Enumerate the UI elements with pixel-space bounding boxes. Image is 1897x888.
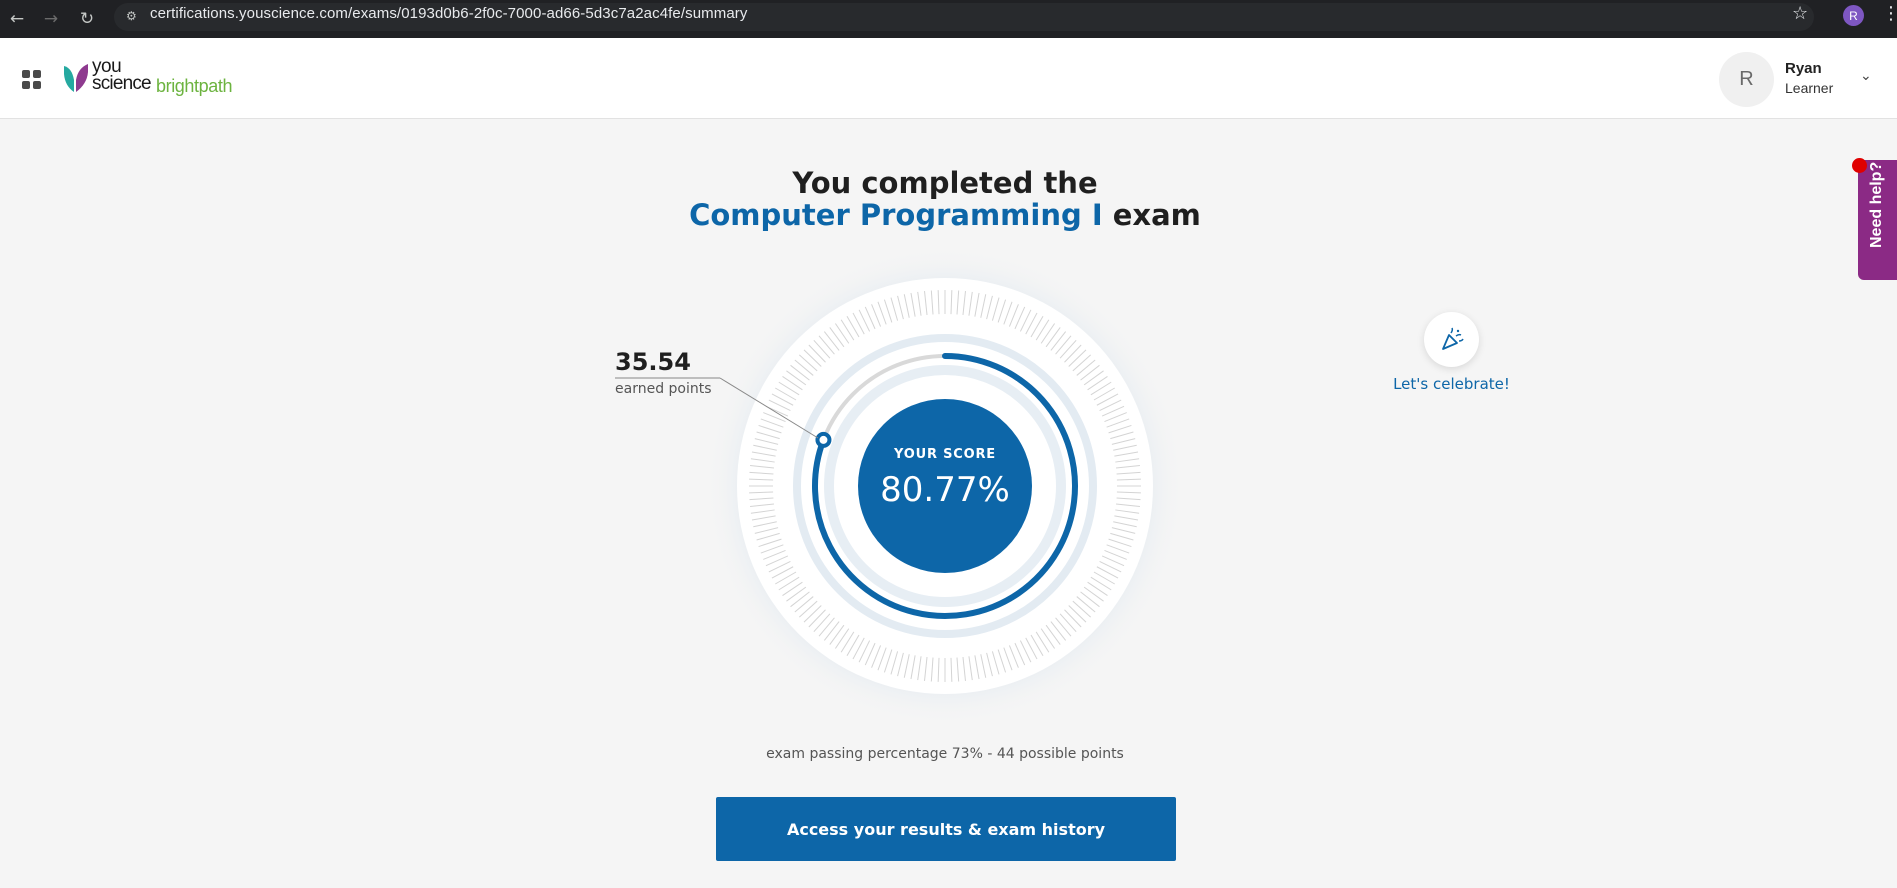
forward-arrow-icon[interactable]: → (36, 4, 66, 34)
reload-icon[interactable]: ↻ (72, 4, 102, 34)
site-settings-icon[interactable]: ⚙ (126, 9, 142, 25)
apps-grid-icon[interactable] (22, 70, 41, 89)
app-header: you science brightpath R Ryan Learner ⌄ (0, 38, 1897, 119)
earned-points-label: earned points (615, 381, 712, 397)
browser-menu-icon[interactable]: ⋮ (1882, 3, 1897, 24)
passing-percentage-note: exam passing percentage 73% - 44 possibl… (766, 746, 1124, 762)
score-label: YOUR SCORE (894, 447, 996, 462)
bookmark-star-icon[interactable]: ☆ (1792, 3, 1808, 24)
browser-toolbar: ← → ↻ ⚙ certifications.youscience.com/ex… (0, 0, 1897, 38)
earned-points-value: 35.54 (615, 348, 691, 376)
user-role: Learner (1785, 80, 1834, 96)
party-popper-icon (1441, 327, 1464, 350)
celebrate-button[interactable] (1424, 312, 1479, 367)
logo-text-brightpath: brightpath (156, 76, 233, 96)
chevron-down-icon[interactable]: ⌄ (1860, 68, 1872, 84)
completion-title: You completed the (792, 166, 1098, 200)
need-help-label[interactable]: Need help? (1868, 162, 1892, 248)
exam-name: Computer Programming I (689, 198, 1103, 232)
completion-exam-line: Computer Programming I exam (0, 198, 1890, 232)
url-text[interactable]: certifications.youscience.com/exams/0193… (150, 5, 748, 22)
browser-profile-avatar[interactable]: R (1843, 5, 1864, 26)
user-avatar[interactable]: R (1719, 52, 1774, 107)
celebrate-label[interactable]: Let's celebrate! (1380, 375, 1523, 393)
score-value: 80.77% (880, 470, 1010, 510)
notification-dot (1852, 158, 1867, 173)
exam-suffix: exam (1102, 198, 1201, 232)
back-arrow-icon[interactable]: ← (2, 4, 32, 34)
logo-mark-icon (64, 64, 88, 92)
access-results-button[interactable]: Access your results & exam history (716, 797, 1176, 861)
logo-text-science: science (92, 73, 152, 94)
user-name[interactable]: Ryan (1785, 60, 1822, 77)
